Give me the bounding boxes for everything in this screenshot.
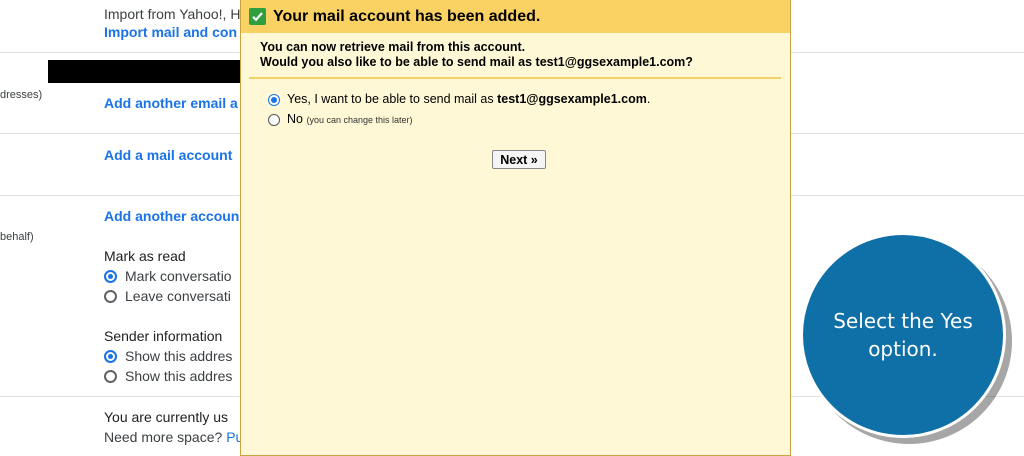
- dialog-header: Your mail account has been added.: [241, 0, 790, 33]
- yes-option-suffix: .: [646, 92, 651, 106]
- checkmark-icon: [249, 8, 266, 25]
- callout-line-2: option.: [868, 337, 938, 361]
- add-mail-account-link[interactable]: Add a mail account: [104, 147, 232, 163]
- mark-read-radio-2[interactable]: [104, 290, 117, 303]
- callout-line-1: Select the Yes: [833, 309, 973, 333]
- mark-read-option-2: Leave conversati: [125, 288, 231, 304]
- import-description: Import from Yahoo!, H: [104, 6, 241, 22]
- sender-info-heading: Sender information: [104, 328, 223, 344]
- side-label-behalf: behalf): [0, 231, 34, 243]
- dialog-body: You can now retrieve mail from this acco…: [245, 33, 786, 452]
- side-label-addresses: dresses): [0, 89, 43, 101]
- separator: [249, 77, 781, 79]
- yes-option-text: Yes, I want to be able to send mail as: [287, 92, 498, 106]
- next-button[interactable]: Next »: [492, 150, 546, 169]
- mark-read-radio-1[interactable]: [104, 270, 117, 283]
- import-mail-link[interactable]: Import mail and con: [104, 24, 237, 40]
- no-option-text: No: [287, 112, 303, 126]
- yes-radio[interactable]: [268, 94, 280, 106]
- sender-option-1: Show this addres: [125, 348, 233, 364]
- no-radio[interactable]: [268, 114, 280, 126]
- storage-usage-text: You are currently us: [104, 409, 228, 425]
- dialog-description: You can now retrieve mail from this acco…: [260, 40, 693, 70]
- mark-as-read-heading: Mark as read: [104, 248, 186, 264]
- redacted-block: [48, 60, 248, 83]
- description-line-2: Would you also like to be able to send m…: [260, 55, 693, 69]
- yes-option-label[interactable]: Yes, I want to be able to send mail as t…: [287, 92, 650, 106]
- no-option-label[interactable]: No (you can change this later): [287, 112, 413, 126]
- no-option-note: (you can change this later): [306, 115, 413, 125]
- instruction-callout: Select the Yes option.: [800, 232, 1006, 438]
- description-line-1: You can now retrieve mail from this acco…: [260, 40, 526, 54]
- mark-read-option-1: Mark conversatio: [125, 268, 232, 284]
- add-email-link[interactable]: Add another email a: [104, 95, 238, 111]
- sender-radio-2[interactable]: [104, 370, 117, 383]
- sender-radio-1[interactable]: [104, 350, 117, 363]
- dialog-title: Your mail account has been added.: [273, 7, 541, 25]
- storage-more-space: Need more space? Pu: [104, 429, 243, 445]
- mail-account-dialog: Your mail account has been added. You ca…: [240, 0, 791, 456]
- add-account-link[interactable]: Add another accoun: [104, 208, 239, 224]
- yes-option-email: test1@ggsexample1.com: [497, 92, 647, 106]
- storage-more-space-prefix: Need more space?: [104, 429, 227, 445]
- sender-option-2: Show this addres: [125, 368, 233, 384]
